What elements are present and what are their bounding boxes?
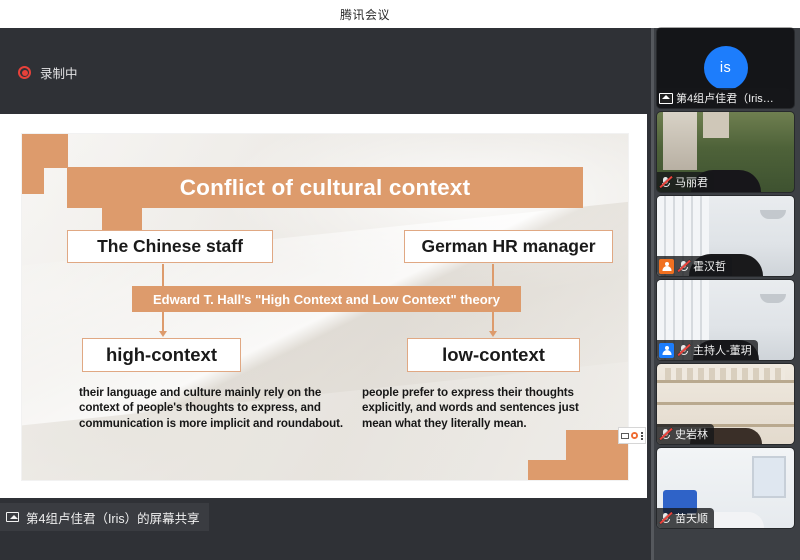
record-dot-icon [18,66,31,79]
connector-left-bottom [162,312,164,332]
participant-name: 主持人-董玥 [693,342,752,358]
participant-tile[interactable]: 主持人-董玥 [657,280,794,360]
participant-label: 主持人-董玥 [657,340,758,360]
participant-name: 马丽君 [675,174,708,190]
screen-share-icon [6,512,19,522]
more-options-icon[interactable] [641,432,643,440]
arrowhead-right-icon [489,331,497,337]
participant-name: 霍汉哲 [693,258,726,274]
mic-muted-icon [659,175,672,189]
screen-icon[interactable] [621,433,629,439]
participant-rail[interactable]: is 第4组卢佳君（Iris）的屏... [651,28,800,560]
mic-muted-icon [677,343,690,357]
slide-mini-toolbar[interactable] [618,427,646,444]
recording-label: 录制中 [40,63,78,82]
mic-muted-icon [659,511,672,525]
participant-tile[interactable]: 史岩林 [657,364,794,444]
annotate-icon[interactable] [631,432,638,439]
participant-tile[interactable]: 马丽君 [657,112,794,192]
participant-name: 苗天顺 [675,510,708,526]
theory-banner: Edward T. Hall's "High Context and Low C… [132,286,521,312]
slide-canvas: Conflict of cultural context The Chinese… [22,134,628,480]
participant-tile[interactable]: 苗天顺 [657,448,794,528]
app-title: 腾讯会议 [340,6,390,23]
connector-left-top [162,264,164,286]
slide-title: Conflict of cultural context [180,175,471,201]
node-high-context: high-context [82,338,241,372]
participant-rail-scrollbar[interactable] [651,28,654,560]
node-low-context: low-context [407,338,580,372]
participant-label: 马丽君 [657,172,714,192]
arrowhead-left-icon [159,331,167,337]
node-german-hr-manager: German HR manager [404,230,613,263]
paragraph-low-context: people prefer to express their thoughts … [362,385,605,431]
meeting-window: 腾讯会议 录制中 C [0,0,800,560]
theory-label: Edward T. Hall's "High Context and Low C… [153,292,500,307]
participant-label: 霍汉哲 [657,256,732,276]
presentation-slide[interactable]: Conflict of cultural context The Chinese… [0,114,647,498]
host-badge-icon [659,343,674,358]
connector-right-bottom [492,312,494,332]
connector-right-top [492,264,494,286]
mic-muted-icon [659,427,672,441]
meeting-body: 录制中 Conflict of cultural context [0,28,800,560]
co-host-badge-icon [659,259,674,274]
share-status-label: 第4组卢佳君（Iris）的屏幕共享 [26,508,200,527]
node-chinese-staff: The Chinese staff [67,230,273,263]
participant-label: 苗天顺 [657,508,714,528]
participant-tile-screenshare[interactable]: is 第4组卢佳君（Iris）的屏... [657,28,794,108]
slide-viewport: Conflict of cultural context The Chinese… [0,114,651,500]
share-status-banner: 第4组卢佳君（Iris）的屏幕共享 [0,503,209,531]
recording-indicator: 录制中 [18,63,78,82]
mic-muted-icon [677,259,690,273]
participant-label: 第4组卢佳君（Iris）的屏... [657,88,790,108]
slide-title-banner: Conflict of cultural context [67,167,583,208]
participant-name: 史岩林 [675,426,708,442]
screen-share-icon [659,93,673,104]
shared-screen-stage[interactable]: 录制中 Conflict of cultural context [0,28,651,531]
slide-content: Conflict of cultural context The Chinese… [22,134,628,480]
participant-tile[interactable]: 霍汉哲 [657,196,794,276]
paragraph-high-context: their language and culture mainly rely o… [79,385,351,431]
window-title-bar: 腾讯会议 [0,0,800,28]
participant-name: 第4组卢佳君（Iris）的屏... [676,90,784,106]
avatar: is [704,46,748,90]
participant-label: 史岩林 [657,424,714,444]
